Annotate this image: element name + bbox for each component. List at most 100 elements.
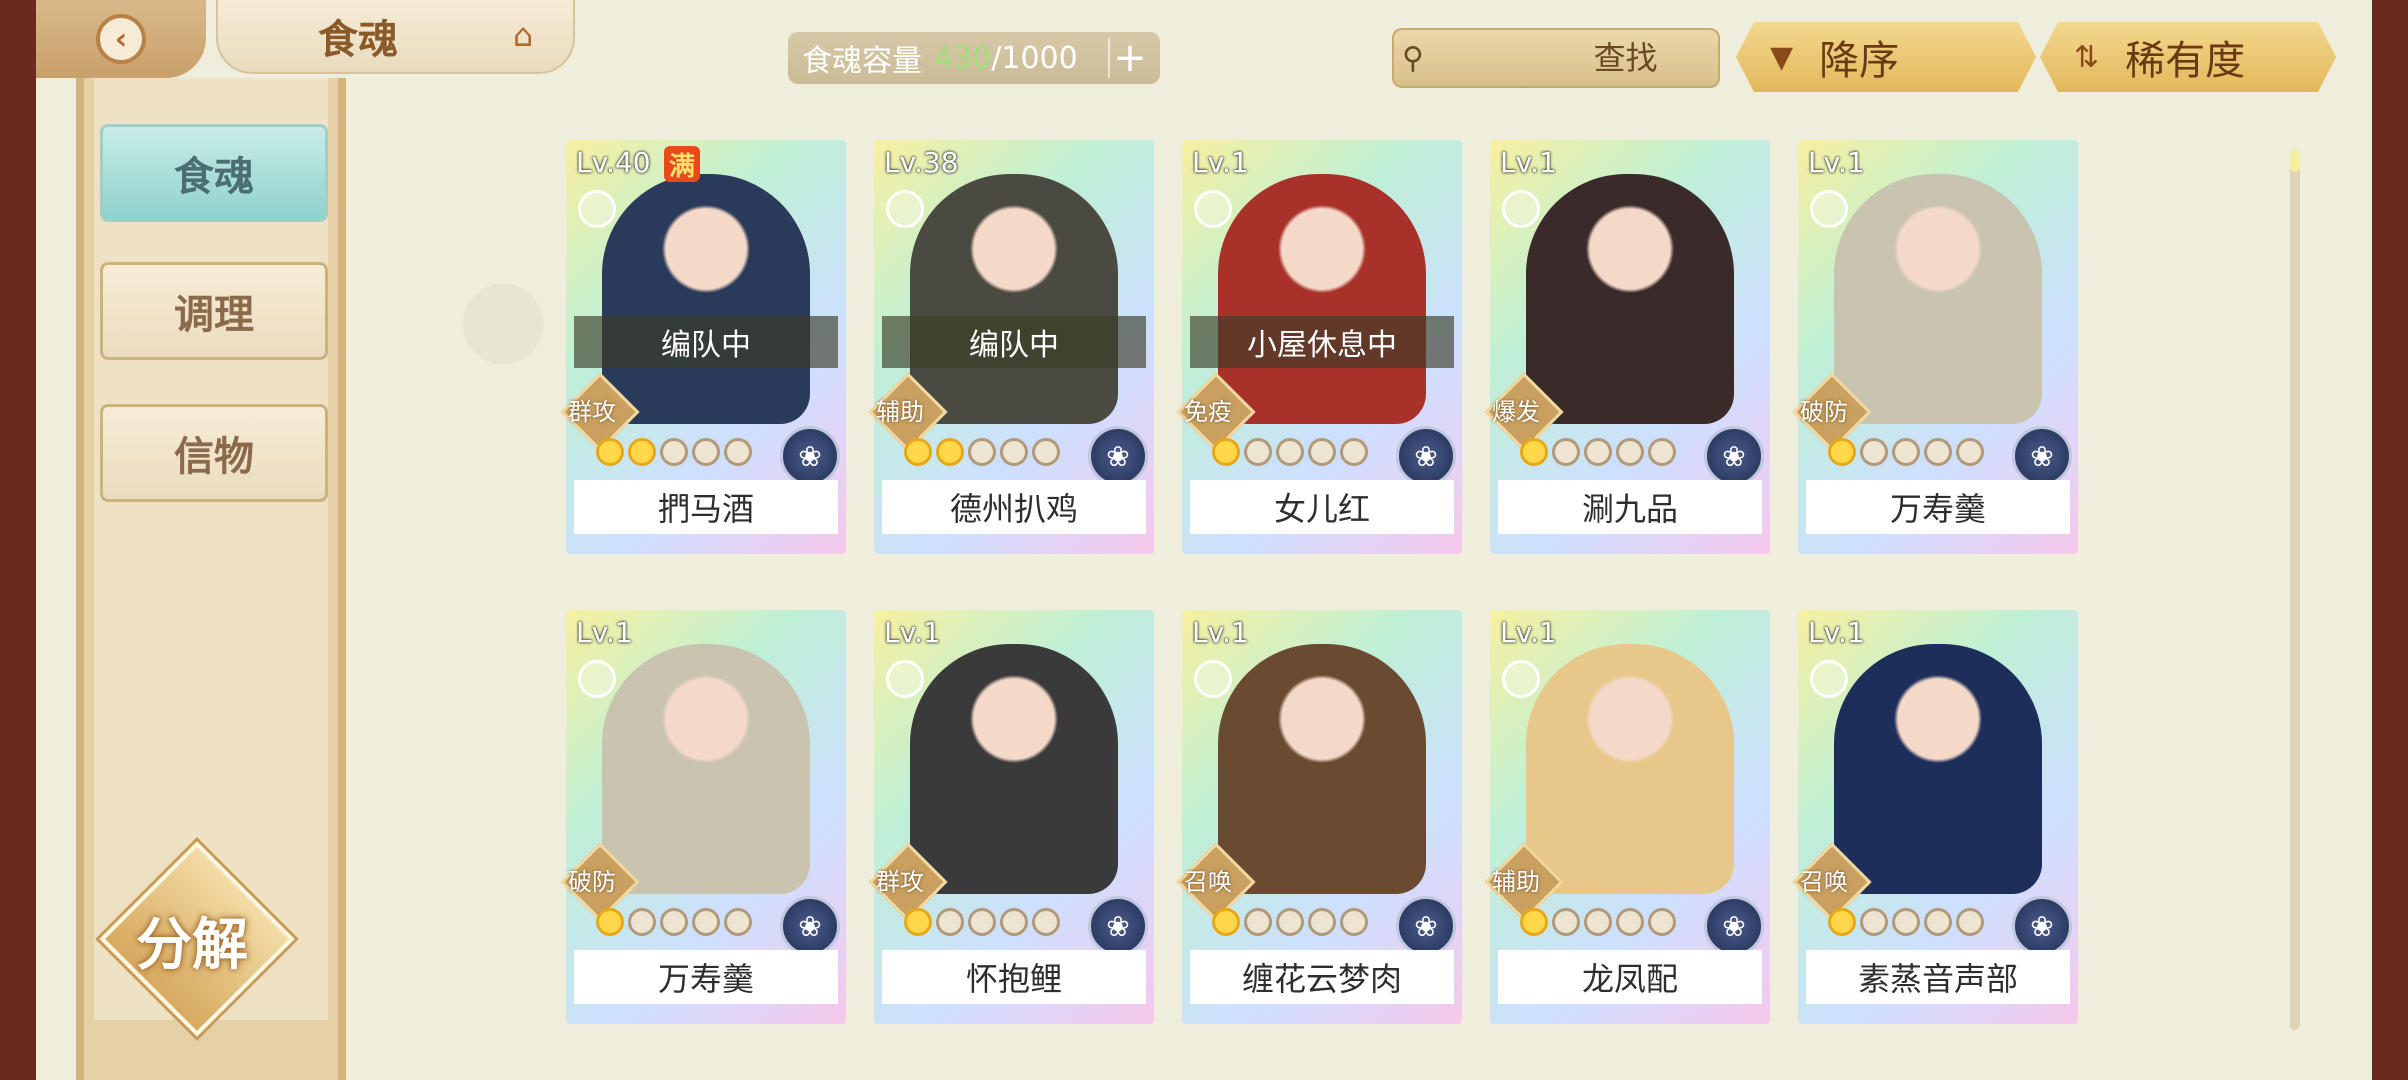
star-icon [1648, 908, 1676, 936]
food-soul-card[interactable]: Lv.38 编队中 辅助 ❀ 德州扒鸡 [868, 140, 1154, 554]
star-rating [1828, 908, 1984, 944]
star-icon [660, 438, 688, 466]
lock-toggle-icon[interactable] [886, 660, 924, 698]
star-icon [1924, 908, 1952, 936]
food-soul-card[interactable]: Lv.1 破防 ❀ 万寿羹 [560, 610, 846, 1024]
lock-toggle-icon[interactable] [1810, 190, 1848, 228]
star-rating [1520, 908, 1676, 944]
back-button[interactable]: ‹ [36, 0, 206, 78]
back-chevron-icon: ‹ [96, 14, 146, 64]
food-soul-card[interactable]: Lv.1 群攻 ❀ 怀抱鲤 [868, 610, 1154, 1024]
food-soul-grid: Lv.40 满编队中 群攻 ❀ 捫马酒 Lv.38 编队中 辅助 ❀ 德州扒鸡 Lv.1 小屋休息中免… [560, 140, 2126, 1040]
capacity-display: 食魂容量 430 /1000 + [788, 32, 1160, 84]
card-level: Lv.1 [1808, 146, 1865, 179]
role-badge: 破防 [1792, 372, 1872, 452]
character-portrait [1218, 174, 1426, 424]
star-rating [1828, 438, 1984, 474]
sort-order-button[interactable]: ▼ 降序 [1736, 22, 2036, 92]
character-portrait [910, 174, 1118, 424]
star-icon [1212, 438, 1240, 466]
card-level: Lv.1 [1192, 146, 1249, 179]
sort-arrows-icon: ⇅ [2074, 39, 2100, 75]
lock-toggle-icon[interactable] [1194, 190, 1232, 228]
card-level: Lv.1 [1500, 146, 1557, 179]
sidebar-item-label: 食魂 [174, 153, 254, 200]
star-rating [596, 438, 752, 474]
star-icon [1892, 438, 1920, 466]
lock-toggle-icon[interactable] [578, 190, 616, 228]
pagoda-icon[interactable]: ⌂ [501, 16, 545, 56]
star-icon [904, 908, 932, 936]
lock-toggle-icon[interactable] [1502, 660, 1540, 698]
triangle-down-icon: ▼ [1770, 39, 1794, 75]
food-soul-card[interactable]: Lv.1 小屋休息中 免疫 ❀ 女儿红 [1176, 140, 1462, 554]
star-icon [1956, 908, 1984, 936]
element-flower-icon: ❀ [1704, 896, 1764, 956]
role-label: 破防 [1800, 398, 1848, 426]
scrollbar[interactable] [2290, 150, 2300, 1030]
role-badge: 辅助 [1484, 842, 1564, 922]
role-label: 辅助 [1492, 868, 1540, 896]
star-icon [692, 908, 720, 936]
sidebar-item-food-souls[interactable]: 食魂 [100, 124, 328, 222]
sidebar-item-label: 信物 [174, 433, 254, 480]
star-icon [1828, 438, 1856, 466]
food-soul-card[interactable]: Lv.1 辅助 ❀ 龙凤配 [1484, 610, 1770, 1024]
page-title-tab: 食魂 ⌂ [216, 0, 575, 74]
scrollbar-thumb[interactable] [2290, 150, 2300, 172]
food-soul-card[interactable]: Lv.1 爆发 ❀ 涮九品 [1484, 140, 1770, 554]
max-level-badge: 满 [664, 146, 700, 182]
search-icon: ⚲ [1402, 40, 1424, 76]
star-rating [1212, 908, 1368, 944]
star-icon [1860, 438, 1888, 466]
capacity-add-button[interactable]: + [1108, 35, 1150, 81]
star-icon [968, 908, 996, 936]
card-level: Lv.40 [576, 146, 651, 179]
element-flower-icon: ❀ [1088, 896, 1148, 956]
lock-toggle-icon[interactable] [1194, 660, 1232, 698]
card-name: 缠花云梦肉 [1190, 950, 1454, 1004]
character-portrait [1834, 174, 2042, 424]
star-icon [1860, 908, 1888, 936]
page-title: 食魂 [318, 16, 398, 63]
food-soul-card[interactable]: Lv.1 召唤 ❀ 缠花云梦肉 [1176, 610, 1462, 1024]
card-name: 捫马酒 [574, 480, 838, 534]
card-status: 编队中 [574, 316, 838, 368]
star-icon [1828, 908, 1856, 936]
star-rating [1212, 438, 1368, 474]
card-name: 素蒸音声部 [1806, 950, 2070, 1004]
element-flower-icon: ❀ [780, 426, 840, 486]
character-portrait [910, 644, 1118, 894]
role-label: 群攻 [568, 398, 616, 426]
decompose-label[interactable]: 分解 [102, 900, 282, 978]
food-soul-card[interactable]: Lv.1 召唤 ❀ 素蒸音声部 [1792, 610, 2078, 1024]
sidebar-item-tokens[interactable]: 信物 [100, 404, 328, 502]
star-icon [1000, 438, 1028, 466]
lock-toggle-icon[interactable] [1810, 660, 1848, 698]
food-soul-card[interactable]: Lv.1 破防 ❀ 万寿羹 [1792, 140, 2078, 554]
card-name: 女儿红 [1190, 480, 1454, 534]
element-flower-icon: ❀ [1396, 896, 1456, 956]
character-portrait [1526, 644, 1734, 894]
star-icon [1584, 908, 1612, 936]
star-icon [1956, 438, 1984, 466]
element-flower-icon: ❀ [2012, 426, 2072, 486]
star-icon [1616, 908, 1644, 936]
lock-toggle-icon[interactable] [578, 660, 616, 698]
lock-toggle-icon[interactable] [1502, 190, 1540, 228]
star-icon [660, 908, 688, 936]
sidebar-item-seasoning[interactable]: 调理 [100, 262, 328, 360]
role-label: 爆发 [1492, 398, 1540, 426]
search-box[interactable]: ⚲ ✕ [1392, 28, 1857, 88]
card-level: Lv.1 [1500, 616, 1557, 649]
star-icon [1032, 438, 1060, 466]
role-label: 召唤 [1184, 868, 1232, 896]
sort-key-button[interactable]: ⇅ 稀有度 [2040, 22, 2336, 92]
star-icon [692, 438, 720, 466]
food-soul-card[interactable]: Lv.40 满编队中群攻 ❀ 捫马酒 [560, 140, 846, 554]
card-level: Lv.1 [884, 616, 941, 649]
card-level: Lv.1 [576, 616, 633, 649]
character-portrait [602, 174, 810, 424]
star-icon [596, 908, 624, 936]
lock-toggle-icon[interactable] [886, 190, 924, 228]
